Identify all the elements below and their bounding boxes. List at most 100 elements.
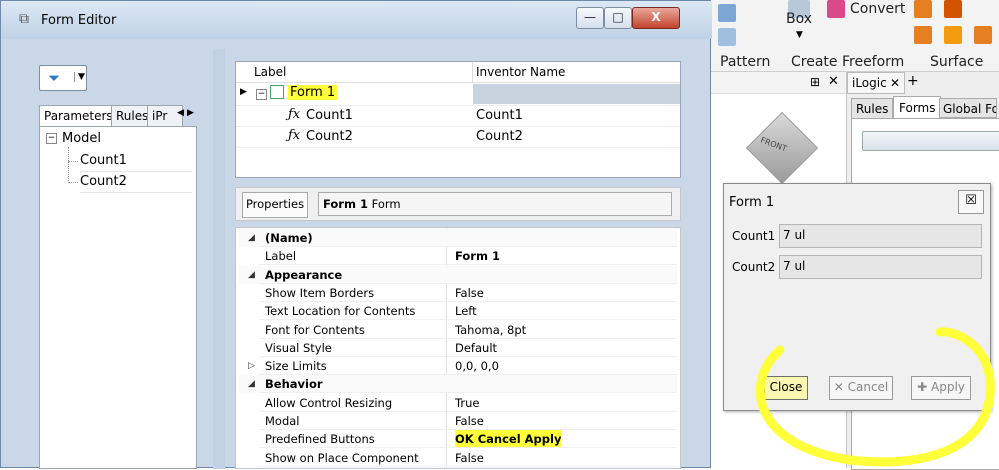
title-bar[interactable]: ⧉ Form Editor — □ X [1,1,712,39]
property-name: Predefined Buttons [265,432,375,447]
grid-count1-name: Count1 [476,108,523,123]
annotation-ellipse [755,327,995,467]
expand-icon[interactable]: ▷ [248,357,255,375]
surface-icon-1[interactable] [914,0,932,18]
property-row[interactable]: Predefined Buttons OK Cancel Apply [239,430,677,449]
property-value[interactable]: False [455,449,484,467]
category-collapse-icon[interactable]: ◢ [248,375,255,393]
close-button[interactable]: X [632,7,680,29]
tree-item-count1[interactable]: Count1 [80,153,127,168]
grid-row-count1[interactable]: ƒx Count1 Count1 [236,105,680,126]
surface-icon-2[interactable] [944,0,962,18]
window-title: Form Editor [41,13,117,28]
ribbon-box-label[interactable]: Box [786,11,812,27]
property-row[interactable]: ◢ (Name) [239,229,677,247]
grid-form1-name-cell [473,84,680,104]
maximize-button[interactable]: □ [604,7,632,29]
property-row[interactable]: Visual Style Default [239,339,677,357]
field-count2-input[interactable]: 7 ul [779,255,982,279]
tree-collapse-icon[interactable]: − [46,133,57,144]
form-editor-icon: ⧉ [19,11,29,27]
pattern-icon[interactable] [718,4,736,22]
close-viewport-icon[interactable]: ✕ [828,74,839,89]
dialog-title: Form 1 [729,195,775,210]
tab-scroll-left-icon[interactable]: ◀ [177,108,184,118]
row-separator [259,465,677,467]
dialog-close-button[interactable]: ☒ [958,190,984,214]
property-value[interactable]: False [455,284,484,302]
property-value[interactable]: OK Cancel Apply [455,430,562,449]
form-icon [270,85,284,99]
add-tab-icon[interactable]: + [907,73,919,89]
property-row[interactable]: Label Form 1 [239,247,677,266]
properties-label: Properties [242,192,308,218]
field-count1-input[interactable]: 7 ul [779,224,982,248]
form-tree-grid: Label Inventor Name ▶ − Form 1 ƒx Count1… [235,61,681,178]
property-value[interactable]: Form 1 [455,247,500,265]
splitter[interactable] [213,49,225,469]
pattern-icon-2[interactable] [718,28,736,46]
pin-icon[interactable]: ⊞ [810,75,820,89]
property-row[interactable]: ◢ Behavior [239,375,677,394]
property-row[interactable]: ▷ Size Limits 0,0, 0,0 [239,357,677,376]
property-row[interactable]: Show Item Borders False [239,284,677,302]
tree-item-count2[interactable]: Count2 [80,174,127,189]
property-row[interactable]: ◢ Appearance [239,265,677,284]
grid-count1-label: Count1 [306,108,353,123]
property-value[interactable]: True [455,394,479,412]
grid-count2-label: Count2 [306,129,353,144]
surface-icon-4[interactable] [944,26,962,44]
function-icon: ƒx [288,128,301,143]
grid-row-count2[interactable]: ƒx Count2 Count2 [236,126,680,148]
surface-icon-3[interactable] [914,26,932,44]
ilogic-tab-forms[interactable]: Forms [893,96,942,119]
ilogic-tab-global-forms[interactable]: Global Form [939,98,997,118]
surface-icon-5[interactable] [974,26,992,44]
property-row[interactable]: Text Location for Contents Left [239,302,677,321]
property-name: Show on Place Component [265,450,419,465]
field-label-count1: Count1 [732,229,776,243]
tree-underline-2 [80,192,192,193]
collapse-form-icon[interactable]: − [256,89,267,100]
property-name: Modal [265,414,300,428]
minimize-button[interactable]: — [576,7,604,29]
property-row[interactable]: Allow Control Resizing True [239,394,677,412]
ribbon-create-freeform-label: Create Freeform [791,54,905,70]
column-label-header[interactable]: Label [254,65,286,79]
ilogic-form-button[interactable] [862,131,999,151]
property-row[interactable]: Font for Contents Tahoma, 8pt [239,321,677,339]
tree-root-model[interactable]: Model [62,131,101,146]
convert-icon[interactable] [827,0,845,18]
form-editor-window: ⧉ Form Editor — □ X ⏷ ▼ Parameters Rules… [0,0,712,470]
tab-parameters[interactable]: Parameters [39,105,118,127]
tree-connector-h1 [68,161,78,162]
property-value[interactable]: Tahoma, 8pt [455,321,526,339]
category-collapse-icon[interactable]: ◢ [248,266,255,284]
selected-object-box[interactable]: Form 1 Form [318,192,672,216]
tab-scroll-right-icon[interactable]: ▶ [187,108,194,118]
property-value[interactable]: False [455,412,484,430]
property-row[interactable]: Show on Place Component False [239,449,677,467]
properties-header: Properties Form 1 Form [235,187,681,221]
property-value[interactable]: 0,0, 0,0 [455,357,499,375]
grid-header: Label Inventor Name [236,62,680,83]
row-pointer-icon: ▶ [240,87,247,97]
ribbon-convert-label[interactable]: Convert [850,1,905,17]
ilogic-title-tab[interactable]: iLogic ✕ [847,72,905,94]
function-icon: ƒx [288,107,301,122]
grid-row-form1[interactable]: ▶ − Form 1 [236,84,680,104]
filter-icon: ⏷ [48,69,61,87]
ilogic-close-icon[interactable]: ✕ [890,73,900,93]
ilogic-tab-rules[interactable]: Rules [851,98,894,120]
box-dropdown-icon[interactable]: ▼ [796,30,803,40]
property-name: Behavior [265,377,323,392]
column-inventor-name-header[interactable]: Inventor Name [476,65,565,79]
property-value[interactable]: Left [455,302,477,320]
background-ribbon: Pattern Box ▼ Convert Create Freeform Su… [700,0,999,72]
filter-button[interactable]: ⏷ ▼ [39,65,87,91]
filter-dropdown-icon[interactable]: ▼ [74,72,85,82]
property-value[interactable]: Default [455,339,497,357]
property-name: Text Location for Contents [265,304,416,319]
category-collapse-icon[interactable]: ◢ [248,229,255,247]
property-row[interactable]: Modal False [239,412,677,430]
